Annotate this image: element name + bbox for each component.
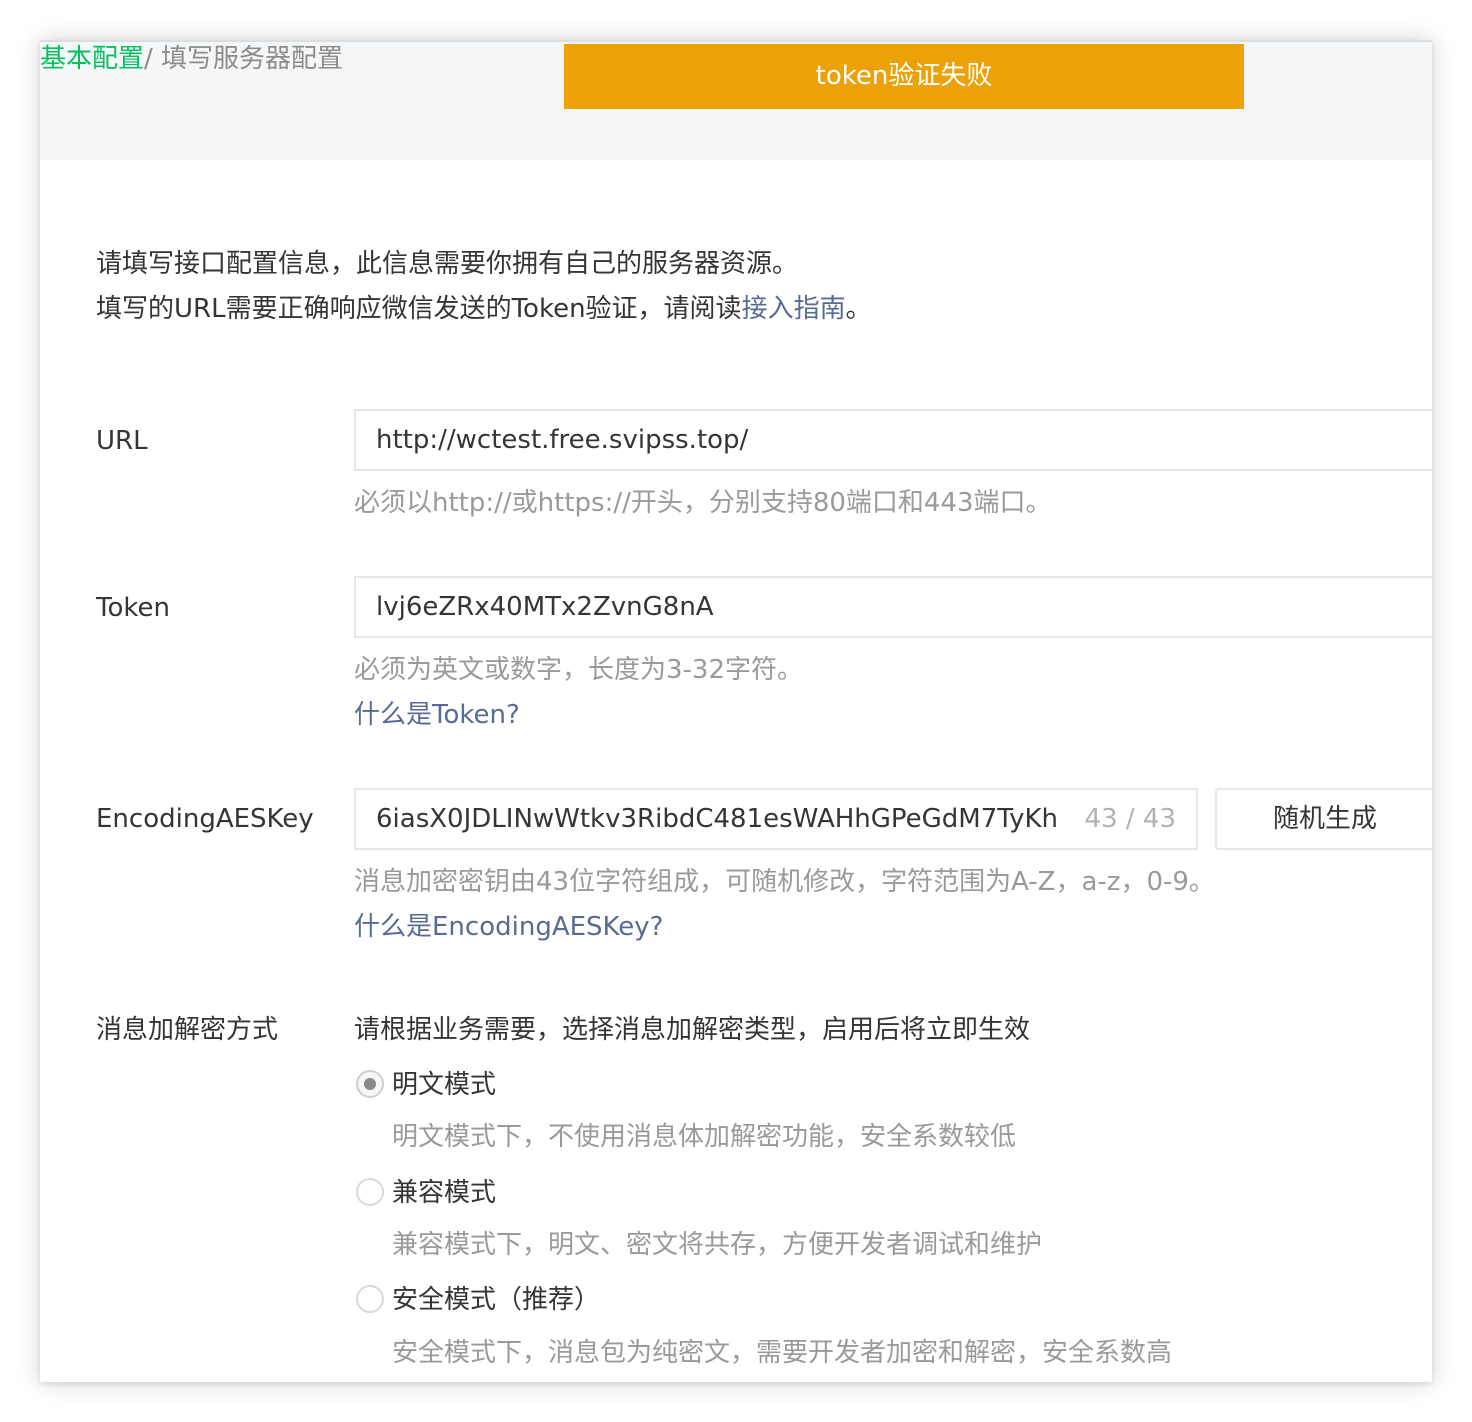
secure-mode-desc: 安全模式下，消息包为纯密文，需要开发者加密和解密，安全系数高 (392, 1338, 1173, 1368)
breadcrumb-root-link[interactable]: 基本配置 (40, 44, 144, 74)
random-generate-button[interactable]: 随机生成 (1215, 788, 1432, 850)
url-hint: 必须以http://或https://开头，分别支持80端口和443端口。 (354, 488, 1052, 518)
aeskey-label: EncodingAESKey (96, 804, 314, 834)
what-is-token-link[interactable]: 什么是Token? (354, 697, 520, 733)
breadcrumb: 基本配置/ 填写服务器配置 (40, 42, 343, 76)
radio-compatible-label: 兼容模式 (392, 1178, 497, 1208)
url-input[interactable]: http://wctest.free.svipss.top/ (354, 409, 1432, 471)
header-band: 基本配置/ 填写服务器配置 token验证失败 (40, 40, 1432, 160)
aeskey-input-value: 6iasX0JDLINwWtkv3RibdC481esWAHhGPeGdM7Ty… (376, 804, 1059, 834)
error-toast: token验证失败 (564, 44, 1244, 109)
radio-plaintext-label: 明文模式 (392, 1070, 497, 1100)
token-label: Token (96, 593, 170, 623)
token-input-value: lvj6eZRx40MTx2ZvnG8nA (376, 592, 714, 622)
compatible-mode-desc: 兼容模式下，明文、密文将共存，方便开发者调试和维护 (392, 1230, 1043, 1260)
radio-button-checked[interactable] (356, 1070, 384, 1098)
intro-line-2: 填写的URL需要正确响应微信发送的Token验证，请阅读接入指南。 (96, 287, 872, 332)
encryption-mode-label: 消息加解密方式 (96, 1015, 279, 1045)
token-input[interactable]: lvj6eZRx40MTx2ZvnG8nA (354, 576, 1432, 638)
aeskey-char-counter: 43 / 43 (1084, 804, 1176, 834)
token-hint: 必须为英文或数字，长度为3-32字符。 (354, 655, 804, 685)
radio-button[interactable] (356, 1285, 384, 1313)
what-is-aeskey-link[interactable]: 什么是EncodingAESKey? (354, 909, 663, 945)
plaintext-mode-desc: 明文模式下，不使用消息体加解密功能，安全系数较低 (392, 1122, 1017, 1152)
encryption-mode-description: 请根据业务需要，选择消息加解密类型，启用后将立即生效 (354, 1015, 1031, 1045)
radio-button[interactable] (356, 1178, 384, 1206)
breadcrumb-separator: / (144, 44, 162, 74)
radio-secure-label: 安全模式（推荐） (392, 1285, 601, 1315)
breadcrumb-current: 填写服务器配置 (161, 44, 344, 74)
aeskey-input[interactable]: 6iasX0JDLINwWtkv3RibdC481esWAHhGPeGdM7Ty… (354, 788, 1198, 850)
settings-page: 基本配置/ 填写服务器配置 token验证失败 请填写接口配置信息，此信息需要你… (40, 40, 1432, 1382)
intro-line-2-prefix: 填写的URL需要正确响应微信发送的Token验证，请阅读 (96, 294, 742, 324)
access-guide-link[interactable]: 接入指南 (742, 294, 846, 324)
aeskey-hint: 消息加密密钥由43位字符组成，可随机修改，字符范围为A-Z，a-z，0-9。 (354, 867, 1215, 897)
intro-line-1: 请填写接口配置信息，此信息需要你拥有自己的服务器资源。 (96, 249, 799, 279)
intro-text: 请填写接口配置信息，此信息需要你拥有自己的服务器资源。 填写的URL需要正确响应… (96, 242, 872, 332)
intro-line-2-suffix: 。 (845, 294, 872, 324)
url-label: URL (96, 426, 148, 456)
url-input-value: http://wctest.free.svipss.top/ (376, 425, 749, 455)
